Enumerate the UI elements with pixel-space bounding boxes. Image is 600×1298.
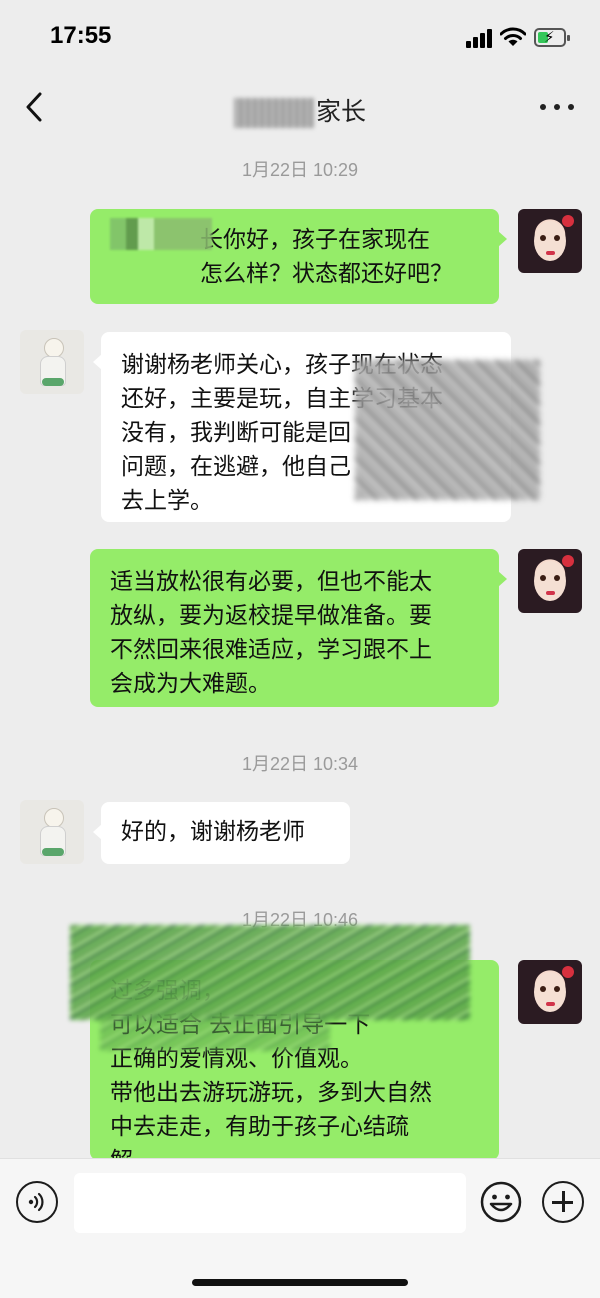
received-message-bubble[interactable]: 谢谢杨老师关心，孩子现在状态 还好，主要是玩，自主学习基本 没有，我判断可能是回…: [93, 332, 511, 522]
sent-message-bubble[interactable]: 适当放松很有必要，但也不能太 放纵，要为返校提早做准备。要 不然回来很难适应，学…: [90, 549, 507, 707]
wifi-icon: [500, 27, 526, 46]
cellular-signal-icon: [466, 28, 494, 48]
teacher-avatar[interactable]: [518, 960, 582, 1024]
emoji-icon[interactable]: [480, 1181, 522, 1223]
status-bar: 17:55 ⚡: [0, 0, 600, 78]
message-text: 过多强调， 可以适合 去正面引导一下 正确的爱情观、价值观。 带他出去游玩游玩，…: [110, 978, 432, 1160]
battery-icon: ⚡: [534, 28, 570, 47]
voice-icon[interactable]: [16, 1181, 58, 1223]
chat-header: 家长: [0, 78, 600, 138]
message-timestamp: 1月22日 10:46: [241, 910, 359, 930]
message-timestamp: 1月22日 10:29: [241, 160, 359, 180]
chat-title: 家长: [0, 92, 600, 128]
more-icon[interactable]: [540, 98, 574, 114]
teacher-avatar[interactable]: [518, 549, 582, 613]
teacher-avatar[interactable]: [518, 209, 582, 273]
parent-avatar[interactable]: [20, 330, 84, 394]
plus-icon[interactable]: [542, 1181, 584, 1223]
message-text: 长你好，孩子在家现在 怎么样？状态都还好吧？: [200, 227, 453, 287]
message-text: 好的，谢谢杨老师: [121, 819, 305, 845]
sent-message-bubble[interactable]: 长你好，孩子在家现在 怎么样？状态都还好吧？: [90, 209, 507, 304]
parent-avatar[interactable]: [20, 800, 84, 864]
received-message-bubble[interactable]: 好的，谢谢杨老师: [93, 802, 350, 864]
status-time: 17:55: [50, 22, 112, 49]
home-indicator[interactable]: [192, 1279, 408, 1286]
message-timestamp: 1月22日 10:34: [241, 754, 359, 774]
chat-input-bar: [0, 1158, 600, 1298]
sent-message-bubble[interactable]: 过多强调， 可以适合 去正面引导一下 正确的爱情观、价值观。 带他出去游玩游玩，…: [90, 960, 499, 1160]
message-text: 适当放松很有必要，但也不能太 放纵，要为返校提早做准备。要 不然回来很难适应，学…: [110, 569, 432, 697]
message-input[interactable]: [74, 1173, 466, 1233]
redacted-name: [233, 98, 314, 128]
message-text: 谢谢杨老师关心，孩子现在状态 还好，主要是玩，自主学习基本 没有，我判断可能是回…: [121, 352, 443, 514]
